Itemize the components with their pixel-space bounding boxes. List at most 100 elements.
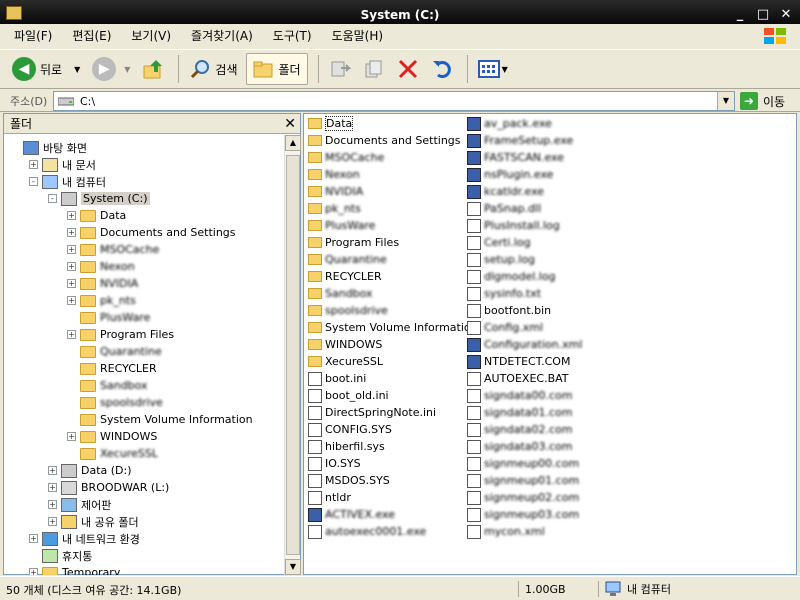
file-item[interactable]: signmeup03.com (467, 506, 579, 523)
tree-item[interactable]: + Nexon (67, 258, 135, 275)
file-item[interactable]: XecureSSL (308, 353, 383, 370)
file-item[interactable]: boot_old.ini (308, 387, 389, 404)
tree-item[interactable]: + MSOCache (67, 241, 159, 258)
search-button[interactable]: 검색 (185, 53, 241, 85)
file-item[interactable]: DirectSpringNote.ini (308, 404, 436, 421)
back-dropdown-icon[interactable]: ▼ (74, 65, 80, 74)
scroll-down-icon[interactable]: ▼ (285, 559, 301, 575)
menu-help[interactable]: 도움말(H) (322, 27, 394, 44)
file-item[interactable]: signdata02.com (467, 421, 573, 438)
tree-item[interactable]: + WINDOWS (67, 428, 157, 445)
file-item[interactable]: Program Files (308, 234, 399, 251)
delete-button[interactable] (393, 53, 423, 85)
expand-icon[interactable]: + (67, 296, 76, 305)
tree-item[interactable]: System Volume Information (67, 411, 253, 428)
menu-file[interactable]: 파일(F) (4, 27, 62, 44)
tree-item[interactable]: + NVIDIA (67, 275, 138, 292)
tree-item[interactable]: + 내 문서 (29, 156, 96, 173)
file-item[interactable]: System Volume Information (308, 319, 478, 336)
tree-item[interactable]: + Program Files (67, 326, 174, 343)
expand-icon[interactable]: + (29, 534, 38, 543)
copy-to-button[interactable] (359, 53, 389, 85)
file-item[interactable]: signmeup02.com (467, 489, 579, 506)
file-item[interactable]: Documents and Settings (308, 132, 461, 149)
views-button[interactable]: ▼ (474, 53, 512, 85)
tree-item[interactable]: + 제어판 (48, 496, 111, 513)
address-input[interactable]: C:\ ▼ (53, 91, 735, 111)
forward-button[interactable]: ▶ ▼ (88, 53, 134, 85)
file-item[interactable]: Certi.log (467, 234, 531, 251)
tree-item[interactable]: Sandbox (67, 377, 148, 394)
file-item[interactable]: PaSnap.dll (467, 200, 541, 217)
tree-item[interactable]: - 내 컴퓨터 (29, 173, 106, 190)
folders-button[interactable]: 폴더 (245, 53, 308, 85)
file-item[interactable]: mycon.xml (467, 523, 545, 540)
address-dropdown-icon[interactable]: ▼ (717, 92, 734, 110)
tree-item[interactable]: + pk_nts (67, 292, 136, 309)
file-item[interactable]: ntldr (308, 489, 351, 506)
menu-edit[interactable]: 편집(E) (62, 27, 121, 44)
tree-item[interactable]: spoolsdrive (67, 394, 163, 411)
tree-item[interactable]: PlusWare (67, 309, 150, 326)
back-button[interactable]: ◀ 뒤로 ▼ (8, 53, 84, 85)
file-item[interactable]: RECYCLER (308, 268, 382, 285)
tree-item[interactable]: Quarantine (67, 343, 162, 360)
file-item[interactable]: Data (308, 115, 354, 132)
expand-icon[interactable]: + (67, 245, 76, 254)
expand-icon[interactable]: + (67, 330, 76, 339)
tree-item[interactable]: + 내 공유 폴더 (48, 513, 139, 530)
file-item[interactable]: av_pack.exe (467, 115, 552, 132)
expand-icon[interactable]: + (48, 517, 57, 526)
tree-item[interactable]: - System (C:) (48, 190, 150, 207)
file-item[interactable]: FrameSetup.exe (467, 132, 573, 149)
file-item[interactable]: PlusWare (308, 217, 375, 234)
tree-item[interactable]: 바탕 화면 (10, 139, 87, 156)
file-item[interactable]: PlusInstall.log (467, 217, 560, 234)
expand-icon[interactable]: + (67, 228, 76, 237)
collapse-icon[interactable]: - (29, 177, 38, 186)
file-item[interactable]: NTDETECT.COM (467, 353, 570, 370)
scroll-up-icon[interactable]: ▲ (285, 135, 301, 151)
move-to-button[interactable] (325, 53, 355, 85)
file-item[interactable]: boot.ini (308, 370, 366, 387)
file-item[interactable]: spoolsdrive (308, 302, 388, 319)
views-dropdown-icon[interactable]: ▼ (502, 65, 508, 74)
tree-item[interactable]: + Data (67, 207, 126, 224)
expand-icon[interactable]: + (29, 568, 38, 575)
minimize-button[interactable]: _ (730, 5, 750, 25)
forward-dropdown-icon[interactable]: ▼ (124, 65, 130, 74)
tree-item[interactable]: + Data (D:) (48, 462, 132, 479)
collapse-icon[interactable]: - (48, 194, 57, 203)
file-item[interactable]: ACTIVEX.exe (308, 506, 395, 523)
expand-icon[interactable]: + (29, 160, 38, 169)
file-item[interactable]: autoexec0001.exe (308, 523, 426, 540)
close-pane-icon[interactable]: ✕ (284, 116, 296, 132)
tree-item[interactable]: 휴지통 (29, 547, 92, 564)
maximize-button[interactable]: □ (753, 5, 773, 25)
file-item[interactable]: signmeup00.com (467, 455, 579, 472)
file-item[interactable]: IO.SYS (308, 455, 361, 472)
file-item[interactable]: Nexon (308, 166, 360, 183)
menu-view[interactable]: 보기(V) (121, 27, 181, 44)
file-item[interactable]: hiberfil.sys (308, 438, 385, 455)
file-item[interactable]: Quarantine (308, 251, 387, 268)
file-item[interactable]: AUTOEXEC.BAT (467, 370, 569, 387)
file-item[interactable]: setup.log (467, 251, 535, 268)
expand-icon[interactable]: + (67, 432, 76, 441)
file-item[interactable]: Config.xml (467, 319, 543, 336)
undo-button[interactable] (427, 53, 457, 85)
tree-item[interactable]: + 내 네트워크 환경 (29, 530, 140, 547)
file-item[interactable]: dlgmodel.log (467, 268, 556, 285)
tree-scrollbar[interactable]: ▲ ▼ (284, 135, 301, 575)
expand-icon[interactable]: + (48, 500, 57, 509)
file-item[interactable]: CONFIG.SYS (308, 421, 392, 438)
file-item[interactable]: signdata03.com (467, 438, 573, 455)
file-item[interactable]: MSDOS.SYS (308, 472, 390, 489)
expand-icon[interactable]: + (48, 483, 57, 492)
go-button[interactable]: ➜ 이동 (740, 92, 785, 110)
expand-icon[interactable]: + (48, 466, 57, 475)
file-item[interactable]: signdata00.com (467, 387, 573, 404)
file-item[interactable]: pk_nts (308, 200, 361, 217)
scroll-thumb[interactable] (286, 155, 300, 555)
expand-icon[interactable]: + (67, 279, 76, 288)
